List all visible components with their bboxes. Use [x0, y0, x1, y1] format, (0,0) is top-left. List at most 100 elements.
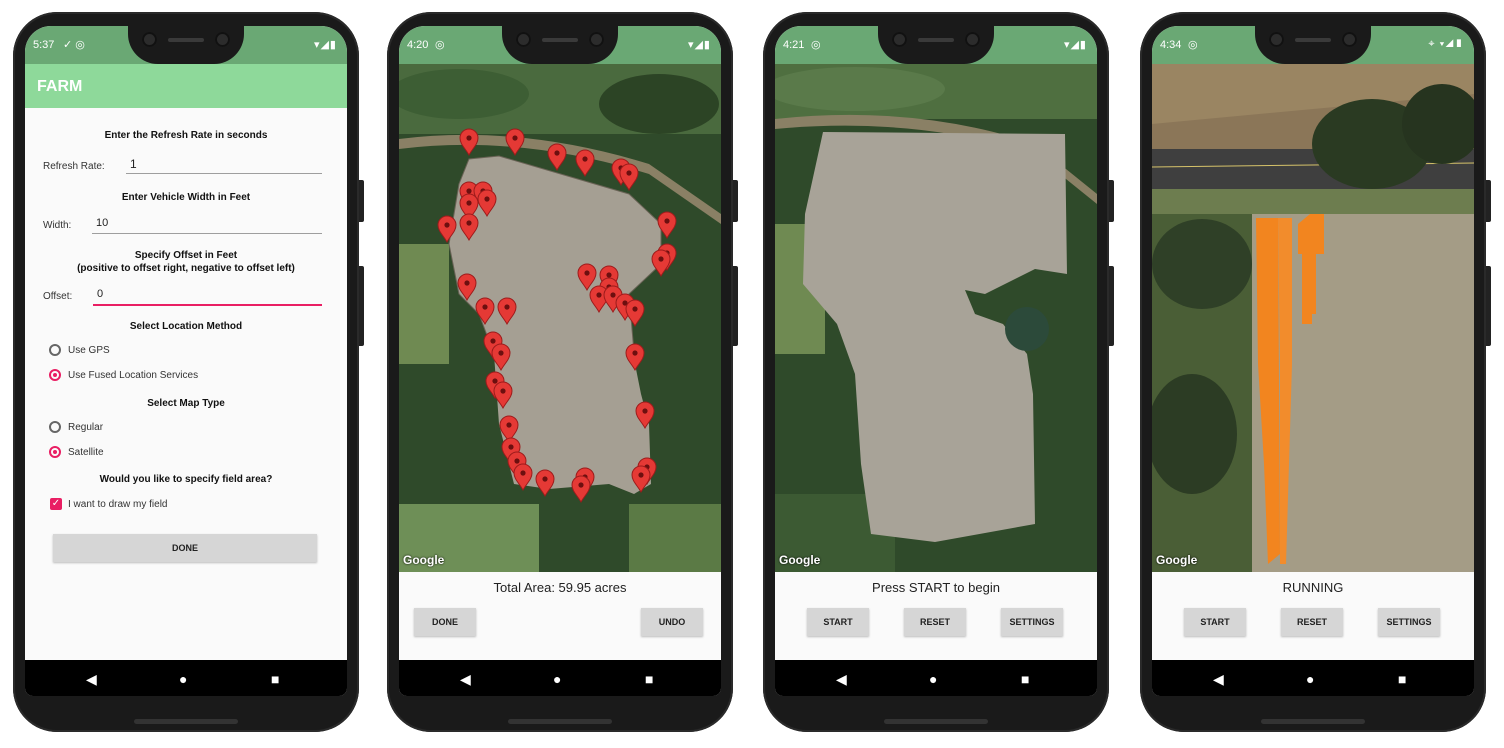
refresh-rate-input[interactable]: 1 [126, 157, 322, 174]
regular-label[interactable]: Regular [68, 422, 103, 433]
recents-icon[interactable]: ■ [1398, 671, 1406, 687]
map-marker [547, 143, 567, 172]
speaker-grille [918, 38, 954, 42]
use-fused-label[interactable]: Use Fused Location Services [68, 370, 198, 381]
draw-field-label[interactable]: I want to draw my field [68, 499, 167, 510]
reset-button[interactable]: RESET [904, 608, 966, 636]
offset-input[interactable]: 0 [93, 288, 322, 306]
map-marker [577, 263, 597, 292]
bottom-panel: RUNNING START RESET SETTINGS [1152, 572, 1474, 660]
phone-running: 4:34 ◎ ⌖ ▾◢▮ Google RUNNING START RESET … [1140, 12, 1491, 732]
map-marker-dot [512, 135, 518, 141]
home-icon[interactable]: ● [553, 671, 561, 687]
regular-radio[interactable] [49, 421, 61, 433]
screen: 4:34 ◎ ⌖ ▾◢▮ Google RUNNING START RESET … [1152, 26, 1474, 696]
signal-battery-icon: ▾◢▮ [1063, 39, 1087, 51]
done-button[interactable]: DONE [53, 534, 317, 562]
map-marker-group [437, 128, 677, 504]
power-button [1109, 180, 1114, 222]
satellite-map[interactable]: Google [1152, 64, 1474, 572]
home-icon[interactable]: ● [1306, 671, 1314, 687]
speaker-grille [542, 38, 578, 42]
volume-button [359, 266, 364, 346]
map-marker-dot [642, 408, 648, 414]
map-marker [651, 249, 671, 278]
draw-field-checkbox[interactable]: ✓ [50, 498, 62, 510]
bottom-panel: Total Area: 59.95 acres DONE UNDO [399, 572, 721, 660]
map-imagery [1152, 64, 1474, 572]
power-button [733, 180, 738, 222]
map-marker [619, 163, 639, 192]
phone-field-ready: 4:21 ◎ ▾◢▮ Google Press START to begin S… [763, 12, 1114, 732]
start-button[interactable]: START [807, 608, 869, 636]
back-icon[interactable]: ◀ [86, 671, 97, 688]
back-icon[interactable]: ◀ [1213, 671, 1224, 688]
back-icon[interactable]: ◀ [460, 671, 471, 688]
map-marker-dot [610, 292, 616, 298]
map-marker-dot [514, 458, 520, 464]
google-attribution: Google [403, 553, 445, 567]
app-title: FARM [37, 78, 83, 95]
map-marker-dot [626, 170, 632, 176]
map-marker [505, 128, 525, 157]
map-marker [437, 215, 457, 244]
map-marker-dot [582, 156, 588, 162]
map-marker-dot [578, 482, 584, 488]
map-marker [497, 297, 517, 326]
map-marker-dot [596, 292, 602, 298]
field-header: Would you like to specify field area? [99, 474, 273, 485]
home-icon[interactable]: ● [929, 671, 937, 687]
start-button[interactable]: START [1184, 608, 1246, 636]
map-marker-dot [542, 476, 548, 482]
reset-button[interactable]: RESET [1281, 608, 1343, 636]
map-marker [459, 128, 479, 157]
home-icon[interactable]: ● [179, 671, 187, 687]
map-marker-dot [466, 188, 472, 194]
notification-icon: ◎ [811, 39, 821, 51]
settings-button[interactable]: SETTINGS [1001, 608, 1063, 636]
undo-button[interactable]: UNDO [641, 608, 703, 636]
status-time: 5:37 [33, 39, 55, 51]
back-icon[interactable]: ◀ [836, 671, 847, 688]
map-marker [657, 211, 677, 240]
settings-button[interactable]: SETTINGS [1378, 608, 1440, 636]
map-marker [459, 213, 479, 242]
boundary-markers [437, 128, 677, 504]
satellite-map[interactable]: Google [399, 64, 721, 572]
camera-icon [892, 32, 907, 47]
use-gps-label[interactable]: Use GPS [68, 345, 110, 356]
recents-icon[interactable]: ■ [271, 671, 279, 687]
use-fused-radio[interactable] [49, 369, 61, 381]
power-button [359, 180, 364, 222]
nav-bar: ◀ ● ■ [1152, 660, 1474, 696]
volume-button [733, 266, 738, 346]
map-marker [575, 149, 595, 178]
chin-speaker [884, 719, 988, 724]
map-marker-dot [504, 304, 510, 310]
map-marker-dot [490, 338, 496, 344]
status-text: Press START to begin [872, 580, 1000, 595]
map-marker-dot [638, 472, 644, 478]
camera-icon [215, 32, 230, 47]
chin-speaker [134, 719, 238, 724]
use-gps-radio[interactable] [49, 344, 61, 356]
map-marker-dot [584, 270, 590, 276]
camera-icon [1269, 32, 1284, 47]
recents-icon[interactable]: ■ [645, 671, 653, 687]
width-input[interactable]: 10 [92, 217, 322, 234]
satellite-map[interactable]: Google [775, 64, 1097, 572]
satellite-radio[interactable] [49, 446, 61, 458]
google-attribution: Google [1156, 553, 1198, 567]
recents-icon[interactable]: ■ [1021, 671, 1029, 687]
power-button [1486, 180, 1491, 222]
satellite-label[interactable]: Satellite [68, 447, 104, 458]
width-header: Enter Vehicle Width in Feet [121, 192, 251, 203]
screen: 4:21 ◎ ▾◢▮ Google Press START to begin S… [775, 26, 1097, 696]
camera-icon [965, 32, 980, 47]
map-marker [491, 343, 511, 372]
map-marker-dot [498, 350, 504, 356]
phone-settings: 5:37 ✓ ◎ ▾◢▮ FARM Enter the Refresh Rate… [13, 12, 364, 732]
camera-notch [502, 26, 618, 64]
map-marker [635, 401, 655, 430]
done-button[interactable]: DONE [414, 608, 476, 636]
